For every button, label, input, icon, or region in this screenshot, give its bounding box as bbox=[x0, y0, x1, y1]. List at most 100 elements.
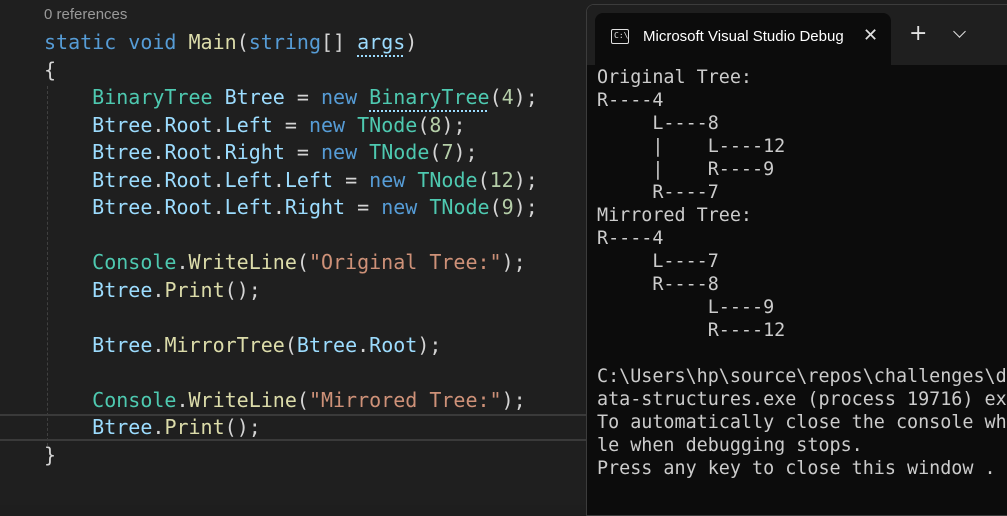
code-token: Root bbox=[164, 167, 213, 192]
code-line[interactable]: static void Main(string[] args) bbox=[44, 29, 417, 56]
code-token: ); bbox=[513, 167, 538, 192]
code-token: . bbox=[152, 140, 165, 164]
tab-title: Microsoft Visual Studio Debug Console bbox=[643, 28, 848, 45]
code-token: new bbox=[320, 85, 370, 109]
code-token: . bbox=[357, 332, 370, 357]
code-token: Btree bbox=[92, 277, 153, 302]
code-token: string bbox=[248, 30, 321, 54]
code-token: "Original Tree:" bbox=[308, 250, 502, 274]
code-token: . bbox=[272, 167, 285, 192]
code-token: ( bbox=[429, 140, 442, 164]
code-token: 7 bbox=[441, 140, 454, 164]
code-token: 8 bbox=[429, 112, 442, 137]
code-token: Left bbox=[224, 195, 273, 219]
codelens-references[interactable]: 0 references bbox=[44, 6, 127, 23]
console-line: Original Tree: bbox=[597, 67, 753, 88]
close-tab-icon[interactable]: ✕ bbox=[863, 25, 878, 47]
code-token: ); bbox=[513, 195, 538, 219]
code-token: . bbox=[176, 387, 189, 412]
console-line: R----4 bbox=[597, 228, 664, 249]
code-token: ( bbox=[489, 195, 502, 219]
code-line[interactable]: Btree.Root.Right = new TNode(7); bbox=[44, 139, 477, 166]
code-token: WriteLine bbox=[188, 387, 297, 412]
code-token: Btree bbox=[296, 332, 358, 357]
code-token: Main bbox=[188, 30, 237, 54]
code-token: } bbox=[44, 442, 57, 467]
console-line: Mirrored Tree: bbox=[597, 205, 753, 226]
terminal-titlebar: C:\ Microsoft Visual Studio Debug Consol… bbox=[587, 5, 1007, 65]
code-token: BinaryTree bbox=[92, 85, 213, 109]
new-tab-button[interactable]: + bbox=[909, 23, 927, 45]
console-line: C:\Users\hp\source\repos\challenges\d bbox=[597, 366, 1007, 387]
console-line: | R----9 bbox=[597, 159, 775, 180]
debug-console-window[interactable]: C:\ Microsoft Visual Studio Debug Consol… bbox=[586, 4, 1007, 516]
console-line: Press any key to close this window . . bbox=[597, 458, 1007, 479]
code-line[interactable]: Btree.Print(); bbox=[44, 414, 261, 441]
code-token: 12 bbox=[489, 167, 514, 192]
code-token: . bbox=[152, 277, 165, 302]
code-token: BinaryTree bbox=[369, 85, 490, 109]
code-token: = bbox=[272, 112, 309, 137]
code-token: . bbox=[212, 167, 225, 192]
code-token: (); bbox=[224, 415, 261, 439]
code-token: Btree bbox=[224, 85, 285, 109]
console-line: To automatically close the console whe bbox=[597, 412, 1007, 433]
code-token: . bbox=[152, 332, 165, 357]
console-line: L----9 bbox=[597, 297, 775, 318]
code-token: TNode bbox=[369, 140, 430, 164]
code-token: Left bbox=[224, 112, 273, 137]
code-token: . bbox=[272, 195, 285, 219]
console-line: ata-structures.exe (process 19716) exi bbox=[597, 389, 1007, 410]
code-line[interactable]: Console.WriteLine("Mirrored Tree:"); bbox=[44, 387, 526, 414]
code-token: Btree bbox=[92, 332, 153, 357]
code-token: Btree bbox=[92, 195, 153, 219]
code-line[interactable]: Btree.MirrorTree(Btree.Root); bbox=[44, 332, 441, 359]
code-token: ( bbox=[477, 167, 490, 192]
code-line[interactable]: Btree.Root.Left.Right = new TNode(9); bbox=[44, 194, 538, 221]
console-line: | L----12 bbox=[597, 136, 786, 157]
code-token: TNode bbox=[429, 195, 490, 219]
code-line[interactable]: Btree.Root.Left = new TNode(8); bbox=[44, 112, 465, 139]
code-token: ); bbox=[501, 387, 526, 412]
code-line[interactable]: Console.WriteLine("Original Tree:"); bbox=[44, 249, 526, 276]
code-token: . bbox=[212, 112, 225, 137]
code-token: Left bbox=[224, 167, 273, 192]
code-token: Root bbox=[369, 332, 418, 357]
code-token: ( bbox=[417, 112, 430, 137]
code-token: 4 bbox=[501, 85, 514, 109]
code-token: ( bbox=[296, 387, 309, 412]
code-token: Print bbox=[164, 415, 225, 439]
code-token: new bbox=[308, 112, 358, 137]
code-line[interactable]: Btree.Root.Left.Left = new TNode(12); bbox=[44, 167, 538, 194]
code-token: MirrorTree bbox=[164, 332, 285, 357]
code-token: Btree bbox=[92, 167, 153, 192]
code-line[interactable]: } bbox=[44, 442, 56, 469]
code-token: = bbox=[345, 195, 382, 219]
chevron-down-icon[interactable] bbox=[953, 25, 966, 38]
terminal-tab[interactable]: C:\ Microsoft Visual Studio Debug Consol… bbox=[595, 13, 891, 65]
code-token: "Mirrored Tree:" bbox=[308, 387, 502, 412]
code-token: . bbox=[212, 195, 225, 219]
code-token: Root bbox=[164, 140, 213, 164]
code-token: ( bbox=[296, 250, 309, 274]
code-token: TNode bbox=[417, 167, 478, 192]
code-token: ( bbox=[284, 332, 297, 357]
code-line[interactable]: BinaryTree Btree = new BinaryTree(4); bbox=[44, 84, 538, 111]
console-line: L----8 bbox=[597, 113, 719, 134]
code-token: = bbox=[284, 85, 321, 109]
console-line: R----12 bbox=[597, 320, 786, 341]
code-line[interactable]: { bbox=[44, 57, 56, 84]
code-token: Btree bbox=[92, 140, 153, 164]
console-line: R----8 bbox=[597, 274, 719, 295]
console-output[interactable]: Original Tree: R----4 L----8 | L----12 | … bbox=[597, 66, 1007, 506]
code-line[interactable]: Btree.Print(); bbox=[44, 277, 261, 304]
